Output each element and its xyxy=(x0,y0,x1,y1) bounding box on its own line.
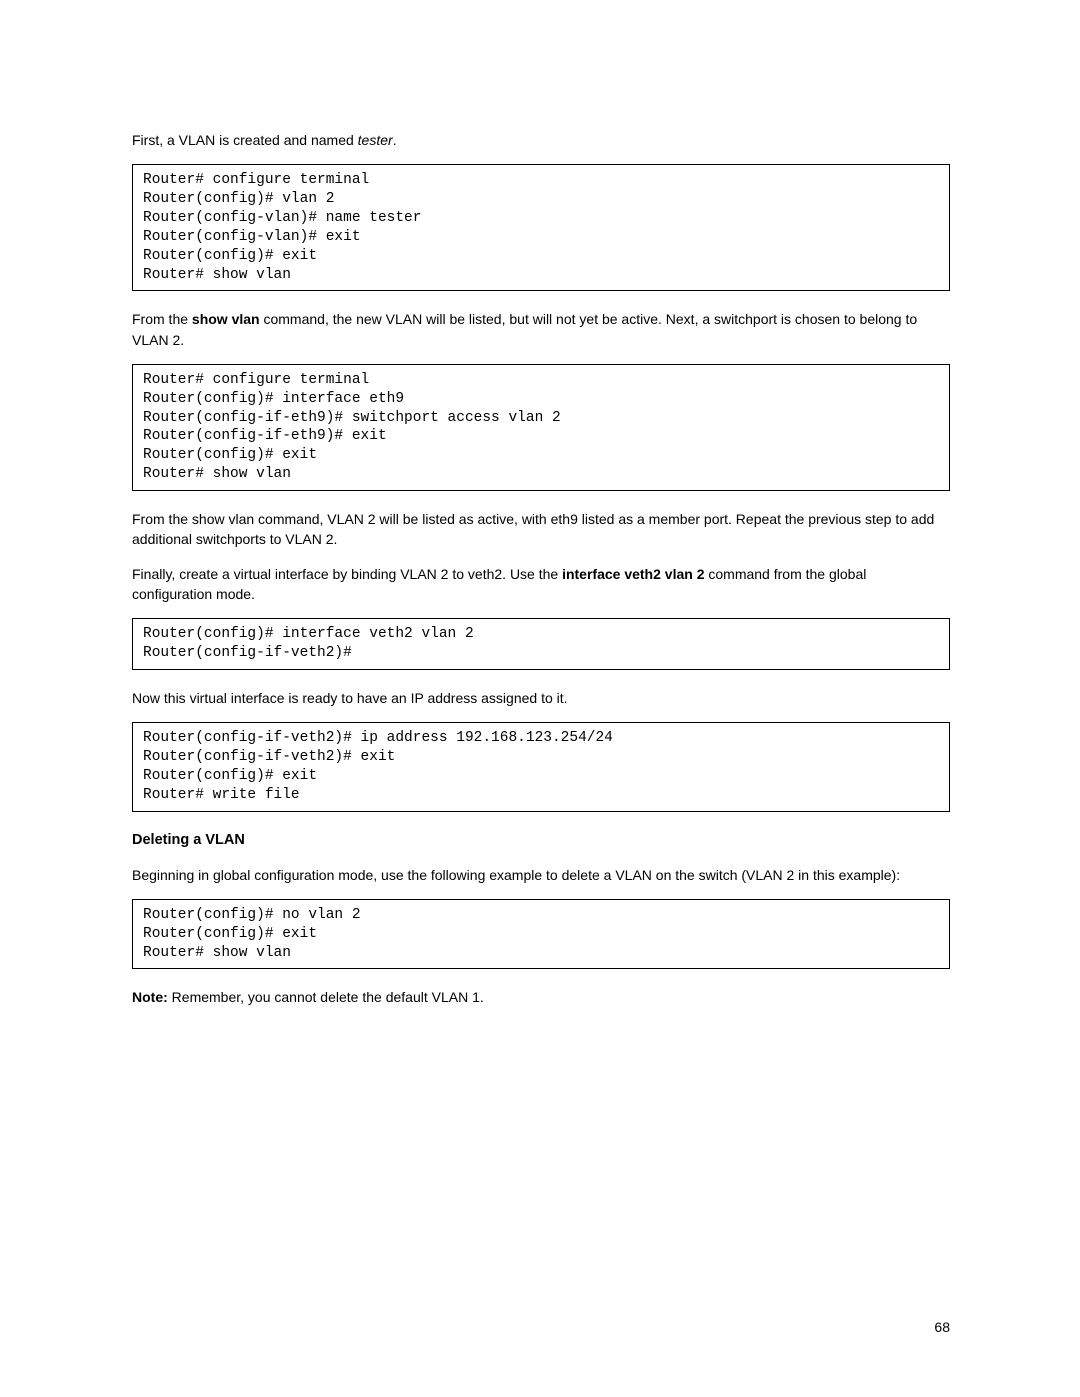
text-segment: . xyxy=(393,132,397,148)
code-block-ip-address: Router(config-if-veth2)# ip address 192.… xyxy=(132,722,950,811)
heading-deleting-vlan: Deleting a VLAN xyxy=(132,830,950,851)
text-segment: Remember, you cannot delete the default … xyxy=(168,989,484,1005)
paragraph-vlan-active: From the show vlan command, VLAN 2 will … xyxy=(132,509,950,550)
bold-text: interface veth2 vlan 2 xyxy=(562,566,704,582)
paragraph-bind-veth2: Finally, create a virtual interface by b… xyxy=(132,564,950,605)
paragraph-delete-intro: Beginning in global configuration mode, … xyxy=(132,865,950,885)
code-block-create-vlan: Router# configure terminal Router(config… xyxy=(132,164,950,291)
text-segment: First, a VLAN is created and named xyxy=(132,132,358,148)
paragraph-intro: First, a VLAN is created and named teste… xyxy=(132,130,950,150)
bold-text: show vlan xyxy=(192,311,260,327)
italic-text: tester xyxy=(358,132,393,148)
paragraph-show-vlan: From the show vlan command, the new VLAN… xyxy=(132,309,950,350)
page-number: 68 xyxy=(934,1317,950,1337)
code-block-interface-veth2: Router(config)# interface veth2 vlan 2 R… xyxy=(132,618,950,670)
paragraph-ip-ready: Now this virtual interface is ready to h… xyxy=(132,688,950,708)
paragraph-note: Note: Remember, you cannot delete the de… xyxy=(132,987,950,1007)
text-segment: From the xyxy=(132,311,192,327)
text-segment: Finally, create a virtual interface by b… xyxy=(132,566,562,582)
bold-note-label: Note: xyxy=(132,989,168,1005)
code-block-delete-vlan: Router(config)# no vlan 2 Router(config)… xyxy=(132,899,950,970)
code-block-interface-eth9: Router# configure terminal Router(config… xyxy=(132,364,950,491)
